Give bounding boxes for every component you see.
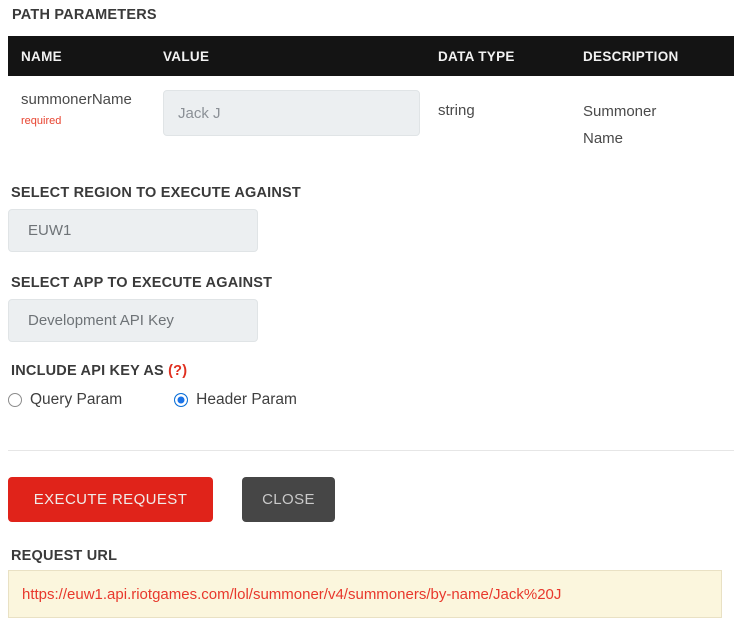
param-description-cell: Summoner Name: [583, 90, 733, 152]
region-select[interactable]: EUW1: [8, 209, 258, 252]
radio-query-param-label: Query Param: [30, 391, 123, 408]
radio-header-param-icon[interactable]: [174, 393, 189, 407]
table-row: summonerName required string Summoner Na…: [8, 76, 734, 160]
request-url-label: REQUEST URL: [11, 548, 118, 564]
path-parameters-table: NAME VALUE DATA TYPE DESCRIPTION summone…: [8, 36, 734, 160]
divider: [8, 450, 734, 451]
summoner-name-input[interactable]: [163, 90, 420, 136]
param-required-badge: required: [21, 115, 62, 127]
request-url-box[interactable]: https://euw1.api.riotgames.com/lol/summo…: [8, 570, 722, 618]
radio-query-param-icon[interactable]: [8, 393, 22, 407]
column-header-name: NAME: [21, 48, 62, 64]
table-body: summonerName required string Summoner Na…: [8, 76, 734, 160]
radio-header-param-label: Header Param: [196, 391, 297, 408]
region-select-value: EUW1: [28, 222, 72, 239]
param-name-cell: summonerName required: [8, 90, 163, 129]
execute-request-button[interactable]: EXECUTE REQUEST: [8, 477, 213, 522]
param-value-cell: [163, 90, 438, 136]
api-key-label-text: INCLUDE API KEY AS: [11, 363, 164, 379]
radio-option-query-param[interactable]: Query Param: [8, 391, 122, 409]
api-key-radio-group: Query Param Header Param: [8, 391, 297, 409]
app-select-label: SELECT APP TO EXECUTE AGAINST: [11, 275, 273, 291]
param-name: summonerName: [21, 91, 132, 108]
help-icon[interactable]: (?): [168, 363, 187, 379]
param-type-cell: string: [438, 90, 583, 122]
column-header-description: DESCRIPTION: [583, 48, 679, 64]
api-key-label: INCLUDE API KEY AS (?): [11, 363, 187, 379]
close-button[interactable]: CLOSE: [242, 477, 335, 522]
param-description: Summoner Name: [583, 103, 657, 147]
app-select-value: Development API Key: [28, 312, 174, 329]
table-header-row: NAME VALUE DATA TYPE DESCRIPTION: [8, 36, 734, 76]
path-parameters-title: PATH PARAMETERS: [12, 7, 157, 23]
column-header-value: VALUE: [163, 48, 210, 64]
radio-option-header-param[interactable]: Header Param: [174, 391, 297, 409]
param-data-type: string: [438, 102, 475, 119]
column-header-data-type: DATA TYPE: [438, 48, 515, 64]
request-url-text: https://euw1.api.riotgames.com/lol/summo…: [22, 585, 562, 603]
app-select[interactable]: Development API Key: [8, 299, 258, 342]
region-select-label: SELECT REGION TO EXECUTE AGAINST: [11, 185, 301, 201]
